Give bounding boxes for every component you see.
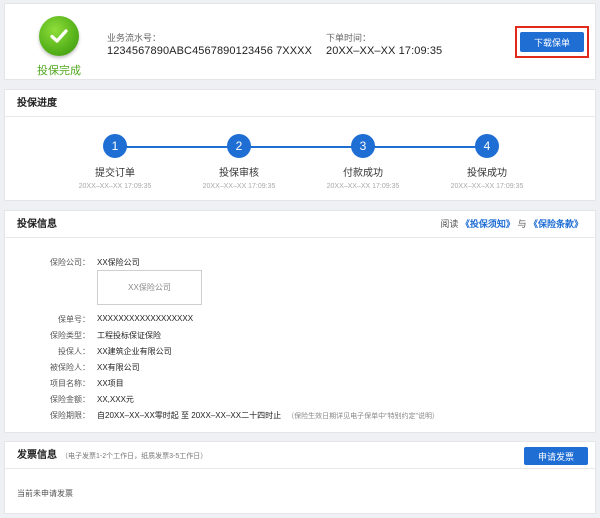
progress-step: 2 投保审核 20XX–XX–XX 17:09:35	[189, 134, 289, 190]
policy-no-label: 保单号：	[58, 315, 90, 324]
policy-info-card: 投保信息 阅读 《投保须知》 与 《保险条款》 保险公司： XX保险公司 XX保…	[4, 210, 596, 433]
step-label: 提交订单	[95, 168, 135, 179]
status-block: 投保完成	[29, 16, 89, 78]
apply-invoice-button[interactable]: 申请发票	[524, 447, 588, 465]
period-label: 保险期限：	[50, 411, 90, 420]
progress-step: 3 付款成功 20XX–XX–XX 17:09:35	[313, 134, 413, 190]
terms-link[interactable]: 《保险条款》	[529, 219, 583, 229]
info-title: 投保信息	[17, 219, 57, 230]
period-value: 自20XX–XX–XX零时起 至 20XX–XX–XX二十四时止	[97, 411, 282, 420]
order-time-label: 下单时间：	[326, 33, 372, 43]
applicant-label: 投保人：	[58, 347, 90, 356]
invoice-section-header: 发票信息 （电子发票1-2个工作日，纸质发票3-5工作日）	[5, 442, 595, 469]
check-icon	[39, 16, 79, 56]
applicant-value: XX建筑企业有限公司	[97, 347, 172, 356]
step-time: 20XX–XX–XX 17:09:35	[450, 183, 524, 190]
notice-link[interactable]: 《投保须知》	[461, 219, 515, 229]
period-value-row: 自20XX–XX–XX零时起 至 20XX–XX–XX二十四时止 （保险生效日期详…	[97, 410, 439, 421]
progress-track	[119, 146, 489, 148]
insured-value: XX有限公司	[97, 363, 140, 372]
step-label: 投保审核	[219, 168, 259, 179]
invoice-status: 当前未申请发票	[17, 489, 73, 498]
period-note: （保险生效日期详见电子保单中"特别约定"说明）	[287, 413, 440, 420]
insured-label: 被保险人：	[50, 363, 90, 372]
project-name-value: XX项目	[97, 379, 124, 388]
insured-amount-value: XX,XXX元	[97, 395, 134, 404]
step-number: 2	[227, 134, 251, 158]
step-number: 4	[475, 134, 499, 158]
and-text: 与	[517, 219, 527, 229]
progress-card: 投保进度 1 提交订单 20XX–XX–XX 17:09:35 2 投保审核 2…	[4, 89, 596, 201]
insurance-type-label: 保险类型：	[50, 331, 90, 340]
progress-step: 1 提交订单 20XX–XX–XX 17:09:35	[65, 134, 165, 190]
insurance-type-value: 工程投标保证保险	[97, 331, 161, 340]
read-links: 阅读 《投保须知》 与 《保险条款》	[440, 211, 583, 238]
insured-amount-label: 保险金额：	[50, 395, 90, 404]
invoice-card: 发票信息 （电子发票1-2个工作日，纸质发票3-5工作日） 申请发票 当前未申请发…	[4, 441, 596, 514]
order-time-value: 20XX–XX–XX 17:09:35	[326, 45, 443, 57]
info-section-header: 投保信息 阅读 《投保须知》 与 《保险条款》	[5, 211, 595, 238]
status-text: 投保完成	[37, 65, 81, 77]
policy-no-value: XXXXXXXXXXXXXXXXXX	[97, 314, 194, 323]
project-name-label: 项目名称：	[50, 379, 90, 388]
serial-value: 1234567890ABC4567890123456 7XXXX	[107, 45, 313, 57]
step-time: 20XX–XX–XX 17:09:35	[202, 183, 276, 190]
step-number: 3	[351, 134, 375, 158]
progress-step: 4 投保成功 20XX–XX–XX 17:09:35	[437, 134, 537, 190]
step-number: 1	[103, 134, 127, 158]
invoice-hint: （电子发票1-2个工作日，纸质发票3-5工作日）	[61, 453, 208, 460]
step-label: 投保成功	[467, 168, 507, 179]
step-time: 20XX–XX–XX 17:09:35	[326, 183, 400, 190]
serial-label: 业务流水号：	[107, 33, 162, 43]
download-policy-button[interactable]: 下载保单	[520, 32, 584, 52]
order-summary-card: 投保完成 业务流水号： 1234567890ABC4567890123456 7…	[4, 3, 596, 80]
step-label: 付款成功	[343, 168, 383, 179]
step-time: 20XX–XX–XX 17:09:35	[78, 183, 152, 190]
company-logo: XX保险公司	[97, 270, 202, 305]
company-value: XX保险公司	[97, 258, 140, 267]
company-label: 保险公司：	[50, 258, 90, 267]
read-prefix: 阅读	[440, 219, 459, 229]
invoice-title: 发票信息	[17, 450, 57, 461]
progress-title: 投保进度	[5, 90, 595, 117]
